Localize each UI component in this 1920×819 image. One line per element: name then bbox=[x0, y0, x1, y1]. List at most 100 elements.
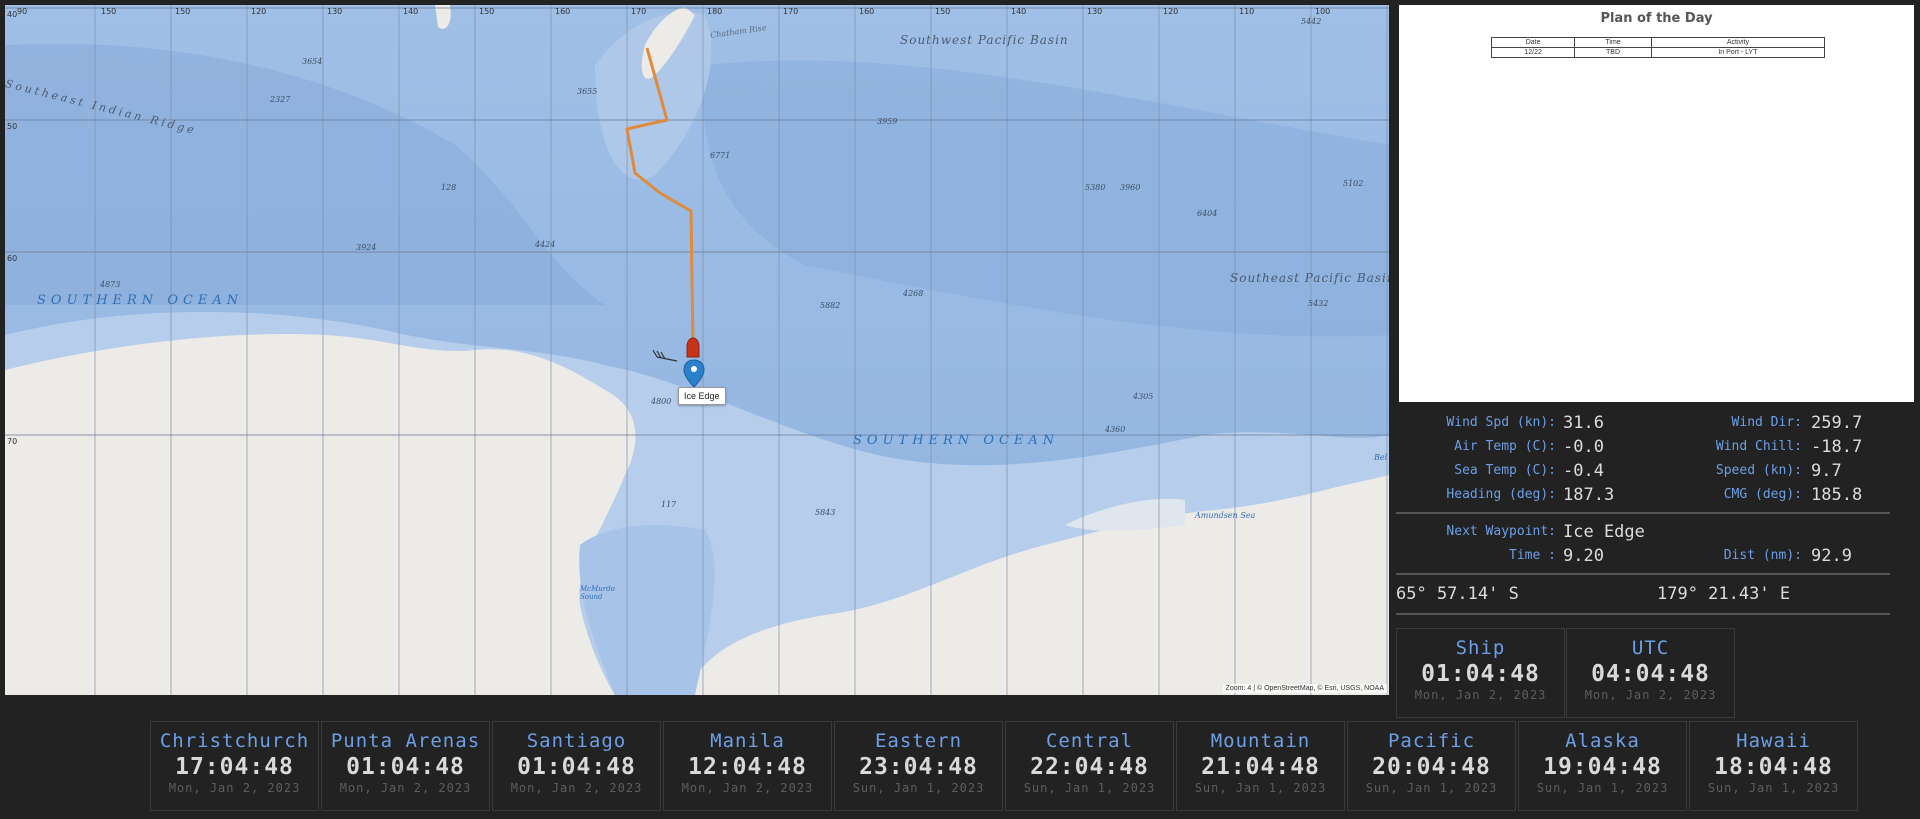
clock-zone: Manila bbox=[710, 730, 785, 752]
sea-temp-label: Sea Temp (C): bbox=[1454, 463, 1556, 478]
plan-header-activity: Activity bbox=[1650, 37, 1826, 48]
clock-zone: Alaska bbox=[1565, 730, 1640, 752]
clock-time: 01:04:48 bbox=[517, 754, 636, 780]
lat-label: 50 bbox=[7, 122, 18, 131]
depth-label: 5882 bbox=[820, 301, 841, 310]
clock-time: 19:04:48 bbox=[1543, 754, 1662, 780]
clock-date: Mon, Jan 2, 2023 bbox=[510, 781, 643, 795]
clock-hawaii: Hawaii 18:04:48 Sun, Jan 1, 2023 bbox=[1689, 721, 1858, 811]
clock-time: 22:04:48 bbox=[1030, 754, 1149, 780]
clock-zone: Central bbox=[1045, 730, 1134, 752]
clock-time: 23:04:48 bbox=[859, 754, 978, 780]
clock-zone: Punta Arenas bbox=[330, 730, 481, 752]
depth-label: 6771 bbox=[710, 151, 731, 160]
lon-label: 170 bbox=[783, 7, 799, 16]
clock-time: 18:04:48 bbox=[1714, 754, 1833, 780]
plan-header-date: Date bbox=[1490, 37, 1576, 48]
depth-label: 3654 bbox=[302, 57, 323, 66]
depth-label: 4305 bbox=[1133, 392, 1154, 401]
clock-time: 04:04:48 bbox=[1591, 661, 1710, 687]
clock-time: 17:04:48 bbox=[175, 754, 294, 780]
clock-time: 01:04:48 bbox=[1421, 661, 1540, 687]
lon-label: 140 bbox=[1011, 7, 1027, 16]
depth-label: 4424 bbox=[535, 240, 556, 249]
depth-label: 5843 bbox=[815, 508, 836, 517]
lon-label: 100 bbox=[1315, 7, 1331, 16]
lon-label: 170 bbox=[631, 7, 647, 16]
map-attribution[interactable]: Zoom: 4 | © OpenStreetMap, © Esri, USGS,… bbox=[1222, 684, 1387, 693]
depth-label: 5442 bbox=[1301, 17, 1322, 26]
lon-label: 90 bbox=[17, 7, 28, 16]
clock-date: Mon, Jan 2, 2023 bbox=[681, 781, 814, 795]
next-waypoint-value: Ice Edge bbox=[1563, 522, 1645, 542]
lon-label: 150 bbox=[101, 7, 117, 16]
lat-label: 70 bbox=[7, 437, 18, 446]
cmg-label: CMG (deg): bbox=[1723, 487, 1802, 502]
lon-label: 160 bbox=[859, 7, 875, 16]
wind-chill-label: Wind Chill: bbox=[1715, 439, 1802, 454]
clock-ship: Ship 01:04:48 Mon, Jan 2, 2023 bbox=[1396, 628, 1565, 718]
clock-pacific: Pacific 20:04:48 Sun, Jan 1, 2023 bbox=[1347, 721, 1516, 811]
clock-time: 20:04:48 bbox=[1372, 754, 1491, 780]
ocean-label: SOUTHERN OCEAN bbox=[37, 293, 244, 308]
wind-dir-label: Wind Dir: bbox=[1731, 415, 1802, 430]
lon-label: 120 bbox=[1163, 7, 1179, 16]
lon-label: 130 bbox=[327, 7, 343, 16]
divider bbox=[1396, 573, 1890, 575]
clock-date: Sun, Jan 1, 2023 bbox=[1023, 781, 1156, 795]
clock-central: Central 22:04:48 Sun, Jan 1, 2023 bbox=[1005, 721, 1174, 811]
clock-utc: UTC 04:04:48 Mon, Jan 2, 2023 bbox=[1566, 628, 1735, 718]
clock-date: Sun, Jan 1, 2023 bbox=[1365, 781, 1498, 795]
divider bbox=[1396, 613, 1890, 615]
clock-date: Sun, Jan 1, 2023 bbox=[852, 781, 985, 795]
waypoint-tooltip[interactable]: Ice Edge bbox=[678, 387, 726, 405]
wind-dir-value: 259.7 bbox=[1811, 413, 1863, 433]
plan-table: Date Time Activity 12/22 TBD In Port - L… bbox=[1490, 37, 1826, 58]
depth-label: 4360 bbox=[1105, 425, 1126, 434]
waypoint-time-label: Time : bbox=[1509, 548, 1556, 563]
clock-zone: Eastern bbox=[874, 730, 963, 752]
waypoint-dist-value: 92.9 bbox=[1811, 546, 1852, 566]
depth-label: 5102 bbox=[1343, 179, 1364, 188]
lon-label: 120 bbox=[251, 7, 267, 16]
plan-row: 12/22 TBD In Port - LYT bbox=[1490, 47, 1826, 58]
plan-cell: In Port - LYT bbox=[1650, 47, 1826, 58]
map-canvas[interactable] bbox=[5, 5, 1389, 695]
speed-value: 9.7 bbox=[1811, 461, 1842, 481]
clock-zone: Mountain bbox=[1210, 730, 1311, 752]
wind-speed-value: 31.6 bbox=[1563, 413, 1604, 433]
wind-speed-label: Wind Spd (kn): bbox=[1446, 415, 1556, 430]
depth-label: 117 bbox=[661, 500, 677, 509]
latitude-value: 65° 57.14' S bbox=[1396, 584, 1519, 604]
clock-alaska: Alaska 19:04:48 Sun, Jan 1, 2023 bbox=[1518, 721, 1687, 811]
clock-time: 01:04:48 bbox=[346, 754, 465, 780]
clock-punta-arenas: Punta Arenas 01:04:48 Mon, Jan 2, 2023 bbox=[321, 721, 490, 811]
plan-of-the-day-panel: Plan of the Day Date Time Activity 12/22… bbox=[1399, 5, 1914, 402]
air-temp-value: -0.0 bbox=[1563, 437, 1604, 457]
depth-label: 5432 bbox=[1308, 299, 1329, 308]
clock-mountain: Mountain 21:04:48 Sun, Jan 1, 2023 bbox=[1176, 721, 1345, 811]
clock-eastern: Eastern 23:04:48 Sun, Jan 1, 2023 bbox=[834, 721, 1003, 811]
depth-label: 3655 bbox=[577, 87, 598, 96]
lon-label: 150 bbox=[175, 7, 191, 16]
lon-label: 150 bbox=[935, 7, 951, 16]
plan-cell: TBD bbox=[1574, 47, 1652, 58]
lon-label: 150 bbox=[479, 7, 495, 16]
sea-temp-value: -0.4 bbox=[1563, 461, 1604, 481]
clock-date: Mon, Jan 2, 2023 bbox=[339, 781, 472, 795]
depth-label: 3960 bbox=[1120, 183, 1141, 192]
clock-date: Sun, Jan 1, 2023 bbox=[1536, 781, 1669, 795]
plan-title: Plan of the Day bbox=[1600, 11, 1713, 26]
plan-header-time: Time bbox=[1574, 37, 1652, 48]
clock-date: Mon, Jan 2, 2023 bbox=[168, 781, 301, 795]
speed-label: Speed (kn): bbox=[1715, 463, 1802, 478]
lon-label: 130 bbox=[1087, 7, 1103, 16]
clock-manila: Manila 12:04:48 Mon, Jan 2, 2023 bbox=[663, 721, 832, 811]
clock-time: 21:04:48 bbox=[1201, 754, 1320, 780]
lon-label: 110 bbox=[1239, 7, 1255, 16]
plan-cell: 12/22 bbox=[1490, 47, 1576, 58]
map-view[interactable]: 90 150 150 120 130 140 150 160 170 180 1… bbox=[5, 5, 1389, 695]
depth-label: 3959 bbox=[877, 117, 898, 126]
lon-label: 160 bbox=[555, 7, 571, 16]
lon-label: 140 bbox=[403, 7, 419, 16]
